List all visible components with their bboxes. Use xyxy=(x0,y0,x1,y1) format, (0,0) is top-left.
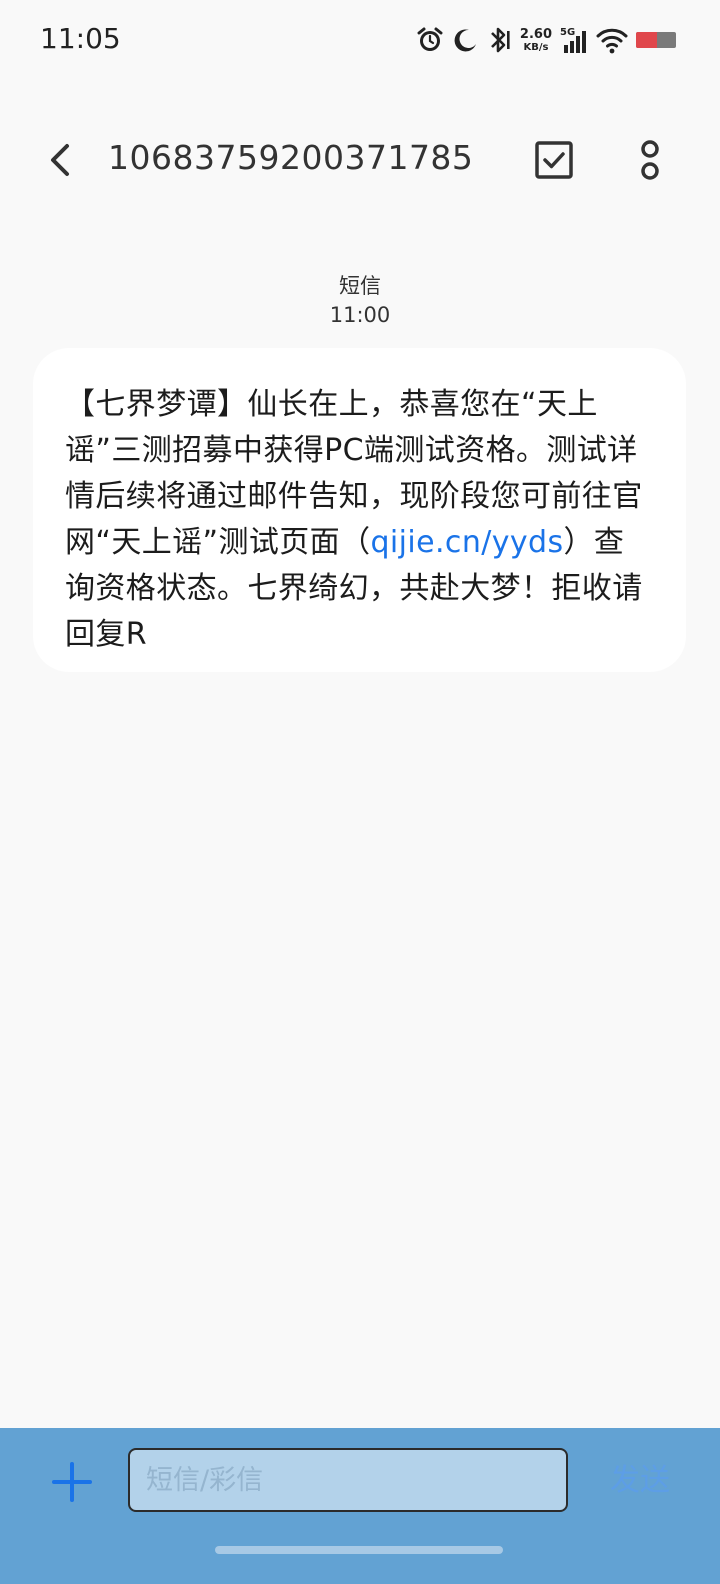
contact-number-title: 10683759200371785 xyxy=(108,138,474,177)
bluetooth-icon xyxy=(486,25,512,55)
alarm-icon xyxy=(416,26,444,54)
message-link[interactable]: qijie.cn/yyds xyxy=(370,525,563,560)
add-attachment-button[interactable] xyxy=(44,1454,100,1510)
status-bar: 11:05 2.60 KB/s 5G xyxy=(0,0,720,80)
net-speed-value: 2.60 xyxy=(519,26,552,42)
moon-icon xyxy=(452,27,478,53)
battery-icon xyxy=(636,32,676,48)
checkbox-icon xyxy=(535,141,573,179)
message-bubble[interactable]: 【七界梦谭】仙长在上，恭喜您在“天上谣”三测招募中获得PC端测试资格。测试详情后… xyxy=(33,348,686,672)
net-speed: 2.60 KB/s xyxy=(520,28,552,53)
net-speed-unit: KB/s xyxy=(523,41,549,53)
message-input[interactable] xyxy=(128,1448,568,1512)
messaging-screen: 11:05 2.60 KB/s 5G 10683759200371785 短信 … xyxy=(0,0,720,1584)
plus-icon xyxy=(52,1462,92,1502)
home-indicator[interactable] xyxy=(215,1546,503,1554)
back-button[interactable] xyxy=(36,130,84,190)
message-time: 11:00 xyxy=(329,303,391,327)
message-channel: 短信 xyxy=(339,274,381,298)
wifi-icon xyxy=(596,26,628,54)
status-icons: 2.60 KB/s 5G xyxy=(416,22,676,58)
message-meta: 短信 11:00 xyxy=(0,272,720,330)
select-messages-button[interactable] xyxy=(530,136,578,184)
chevron-left-icon xyxy=(51,144,69,176)
signal-icon: 5G xyxy=(560,25,588,55)
battery-level xyxy=(636,32,657,48)
more-options-button[interactable] xyxy=(624,132,676,188)
conversation-header: 10683759200371785 xyxy=(0,110,720,210)
send-button[interactable]: 发送 xyxy=(600,1458,680,1504)
message-text: 【七界梦谭】仙长在上，恭喜您在“天上谣”三测招募中获得PC端测试资格。测试详情后… xyxy=(65,382,654,658)
more-vertical-icon xyxy=(641,140,659,180)
status-time: 11:05 xyxy=(40,22,121,55)
composer-bar: 发送 xyxy=(0,1428,720,1584)
